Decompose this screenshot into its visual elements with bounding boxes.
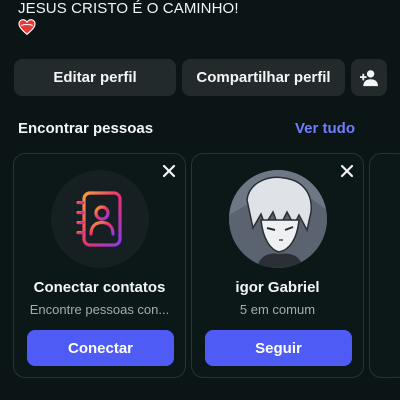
suggestion-card-user: igor Gabriel 5 em comum Seguir xyxy=(191,153,364,378)
avatar-illustration xyxy=(229,170,327,268)
edit-profile-button[interactable]: Editar perfil xyxy=(14,59,176,96)
suggestion-card-partial[interactable] xyxy=(369,153,400,378)
card-title: Conectar contatos xyxy=(33,279,166,296)
profile-bio: JESUS CRISTO É O CAMINHO! xyxy=(18,0,239,17)
profile-actions: Editar perfil Compartilhar perfil xyxy=(14,59,387,96)
close-icon[interactable] xyxy=(161,163,177,179)
see-all-link[interactable]: Ver tudo xyxy=(295,120,355,137)
card-title: igor Gabriel xyxy=(235,279,320,296)
heart-icon xyxy=(18,19,36,35)
avatar[interactable] xyxy=(229,170,327,268)
card-subtitle: 5 em comum xyxy=(239,302,316,317)
card-subtitle: Encontre pessoas con... xyxy=(29,302,170,317)
suggestion-card-contacts: Conectar contatos Encontre pessoas con..… xyxy=(13,153,186,378)
add-person-button[interactable] xyxy=(351,59,387,96)
add-person-icon xyxy=(360,69,378,86)
contacts-icon-circle xyxy=(51,170,149,268)
share-profile-button[interactable]: Compartilhar perfil xyxy=(182,59,345,96)
section-title: Encontrar pessoas xyxy=(18,120,154,137)
connect-button[interactable]: Conectar xyxy=(27,330,174,366)
contacts-book-icon xyxy=(76,191,122,247)
follow-button[interactable]: Seguir xyxy=(205,330,352,366)
close-icon[interactable] xyxy=(339,163,355,179)
find-people-header: Encontrar pessoas Ver tudo xyxy=(18,120,355,140)
